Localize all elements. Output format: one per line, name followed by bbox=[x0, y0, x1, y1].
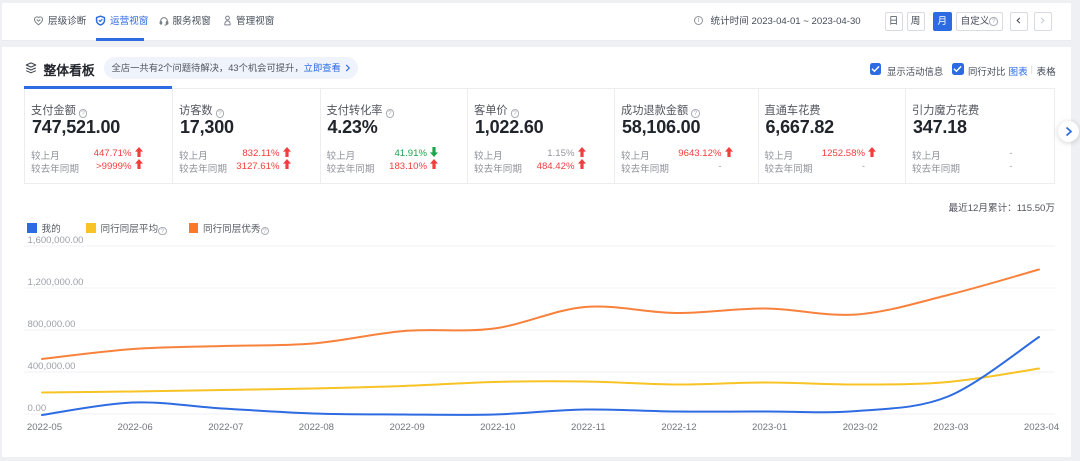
svg-text:2022-08: 2022-08 bbox=[299, 422, 334, 433]
svg-text:2022-05: 2022-05 bbox=[27, 422, 62, 433]
svg-text:1,200,000.00: 1,200,000.00 bbox=[28, 277, 84, 288]
svg-text:2022-07: 2022-07 bbox=[208, 422, 243, 433]
svg-text:2022-10: 2022-10 bbox=[480, 422, 515, 433]
svg-text:800,000.00: 800,000.00 bbox=[28, 319, 76, 330]
svg-text:0.00: 0.00 bbox=[28, 403, 47, 414]
svg-text:2023-03: 2023-03 bbox=[933, 422, 968, 433]
svg-text:2022-12: 2022-12 bbox=[661, 422, 696, 433]
svg-text:400,000.00: 400,000.00 bbox=[28, 361, 76, 372]
svg-text:2022-11: 2022-11 bbox=[571, 422, 606, 433]
svg-text:2022-06: 2022-06 bbox=[117, 422, 152, 433]
svg-text:1,600,000.00: 1,600,000.00 bbox=[28, 235, 84, 246]
svg-text:2023-01: 2023-01 bbox=[752, 422, 787, 433]
svg-text:2023-02: 2023-02 bbox=[843, 422, 878, 433]
svg-text:2022-09: 2022-09 bbox=[389, 422, 424, 433]
svg-text:2023-04: 2023-04 bbox=[1024, 422, 1060, 433]
